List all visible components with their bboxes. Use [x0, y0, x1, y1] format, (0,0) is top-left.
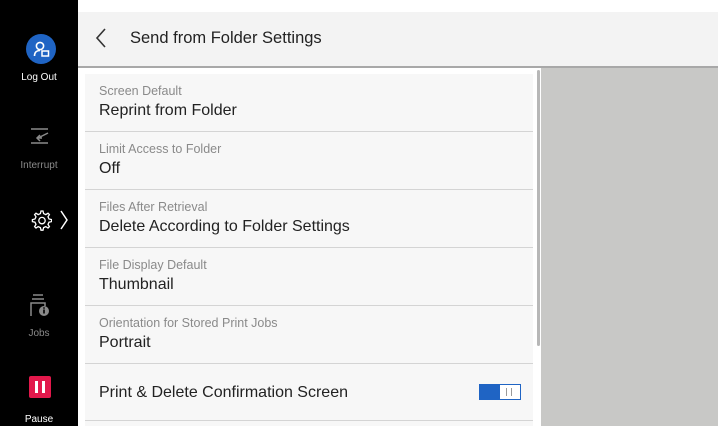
setting-files-after-retrieval[interactable]: Files After Retrieval Delete According t… [85, 190, 533, 248]
setting-screen-default[interactable]: Screen Default Reprint from Folder [85, 74, 533, 132]
toggle-switch[interactable] [479, 384, 521, 400]
logout-label: Log Out [21, 72, 57, 83]
setting-limit-access[interactable]: Limit Access to Folder Off [85, 132, 533, 190]
setting-caption: Limit Access to Folder [99, 142, 222, 156]
setting-value: Reprint from Folder [99, 102, 237, 119]
interrupt-button[interactable]: Interrupt [0, 124, 78, 174]
gear-icon [31, 210, 52, 231]
setting-file-display-default[interactable]: File Display Default Thumbnail [85, 248, 533, 306]
setting-print-delete-confirmation[interactable]: Print & Delete Confirmation Screen [85, 364, 533, 421]
setting-value: Off [99, 160, 121, 177]
settings-list: Screen Default Reprint from Folder Limit… [85, 74, 533, 426]
device-settings-button[interactable] [0, 205, 78, 237]
pause-icon [29, 376, 51, 398]
toggle-knob [480, 385, 500, 399]
interrupt-icon [31, 128, 49, 144]
jobs-icon [30, 294, 49, 316]
person-logout-icon [26, 34, 56, 64]
app-window: Log Out Interrupt Jobs Pause Send from F… [0, 0, 718, 426]
scrollbar[interactable] [537, 70, 540, 346]
logout-button[interactable]: Log Out [0, 34, 78, 94]
setting-caption: Screen Default [99, 84, 182, 98]
setting-caption: Files After Retrieval [99, 200, 208, 214]
toggle-grip [506, 388, 512, 396]
header-bar: Send from Folder Settings [78, 12, 718, 68]
setting-caption: Orientation for Stored Print Jobs [99, 316, 278, 330]
list-item-partial [85, 421, 533, 426]
pause-button[interactable]: Pause [0, 376, 78, 426]
chevron-left-icon [95, 28, 106, 48]
setting-value: Delete According to Folder Settings [99, 218, 350, 235]
back-button[interactable] [92, 26, 112, 50]
chevron-right-icon [60, 210, 68, 230]
side-rail: Log Out Interrupt Jobs Pause [0, 0, 78, 426]
empty-side-panel [541, 68, 718, 426]
setting-orientation-stored-jobs[interactable]: Orientation for Stored Print Jobs Portra… [85, 306, 533, 364]
jobs-label: Jobs [28, 328, 50, 339]
interrupt-label: Interrupt [20, 160, 58, 171]
page-title: Send from Folder Settings [130, 29, 322, 47]
setting-label: Print & Delete Confirmation Screen [99, 384, 348, 401]
setting-value: Thumbnail [99, 276, 174, 293]
pause-label: Pause [24, 414, 54, 425]
setting-caption: File Display Default [99, 258, 207, 272]
setting-value: Portrait [99, 334, 151, 351]
jobs-button[interactable]: Jobs [0, 292, 78, 342]
